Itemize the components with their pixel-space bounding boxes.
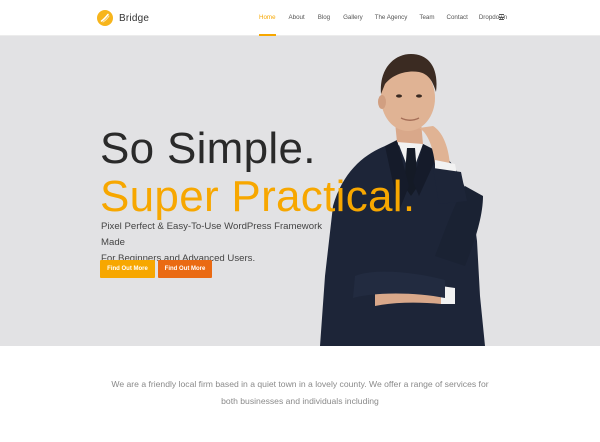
- intro-line2: both businesses and individuals includin…: [221, 396, 379, 406]
- nav-item-contact[interactable]: Contact: [447, 0, 468, 35]
- nav-item-home[interactable]: Home: [259, 0, 276, 36]
- nav-item-blog[interactable]: Blog: [318, 0, 330, 35]
- nav-item-the-agency[interactable]: The Agency: [375, 0, 408, 35]
- hero-section: So Simple. Super Practical. Pixel Perfec…: [0, 36, 600, 346]
- hero-subtitle-line1: Pixel Perfect & Easy-To-Use WordPress Fr…: [101, 221, 323, 248]
- main-nav: Home About Blog Gallery The Agency Team …: [259, 0, 507, 36]
- hero-title-line1: So Simple.: [100, 124, 316, 173]
- find-out-more-button-secondary[interactable]: Find Out More: [158, 260, 212, 278]
- hamburger-icon[interactable]: [499, 14, 504, 20]
- nav-item-team[interactable]: Team: [419, 0, 434, 35]
- logo[interactable]: Bridge: [97, 9, 149, 27]
- intro-text: We are a friendly local firm based in a …: [0, 376, 600, 410]
- site-header: Bridge Home About Blog Gallery The Agenc…: [0, 0, 600, 36]
- nav-item-label: Home: [259, 14, 276, 21]
- nav-item-label: Blog: [317, 14, 331, 21]
- hero-title-line2: Super Practical.: [100, 172, 416, 221]
- logo-text: Bridge: [119, 12, 150, 24]
- find-out-more-button-primary[interactable]: Find Out More: [100, 260, 155, 278]
- nav-item-gallery[interactable]: Gallery: [343, 0, 363, 35]
- bridge-logo-icon: [97, 10, 113, 26]
- nav-item-about[interactable]: About: [289, 0, 305, 35]
- nav-item-label: Gallery: [343, 14, 363, 21]
- nav-item-label: The Agency: [374, 14, 408, 21]
- nav-item-label: Team: [419, 14, 435, 21]
- intro-line1: We are a friendly local firm based in a …: [111, 379, 489, 389]
- nav-item-label: Contact: [446, 14, 468, 21]
- nav-item-label: About: [288, 14, 305, 21]
